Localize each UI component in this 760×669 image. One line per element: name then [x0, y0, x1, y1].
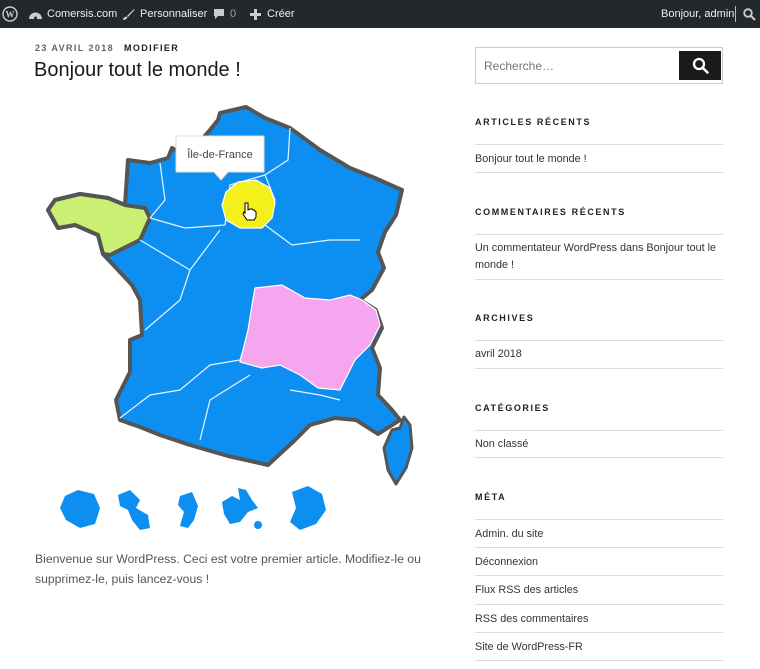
map-territory-islet[interactable] — [254, 521, 262, 529]
divider — [475, 340, 723, 341]
post-date[interactable]: 23 AVRIL 2018 — [35, 43, 114, 53]
divider — [475, 604, 723, 605]
map-tooltip-label: Île-de-France — [186, 148, 252, 161]
comment-bubble-icon — [214, 9, 224, 19]
map-territory-guadeloupe[interactable] — [60, 490, 100, 528]
greeting: Bonjour, admin — [661, 8, 735, 20]
edit-link[interactable]: MODIFIER — [124, 43, 179, 53]
comments-link[interactable]: 0 — [213, 0, 236, 28]
divider — [475, 234, 723, 235]
search-form — [475, 47, 723, 84]
recent-posts-title: ARTICLES RÉCENTS — [475, 117, 592, 127]
dashboard-icon — [29, 12, 42, 19]
divider — [475, 430, 723, 431]
admin-bar: W Comersis.com Personnaliser 0 Créer Bon… — [0, 0, 760, 28]
map-territory-mayotte[interactable] — [222, 488, 258, 524]
archive-link[interactable]: avril 2018 — [475, 346, 723, 363]
divider — [475, 519, 723, 520]
map-territory-martinique[interactable] — [118, 490, 150, 530]
divider — [475, 172, 723, 173]
categories-title: CATÉGORIES — [475, 403, 550, 413]
meta-link-wordpress-fr[interactable]: Site de WordPress-FR — [475, 639, 723, 656]
brush-icon — [123, 8, 135, 20]
search-input[interactable] — [476, 48, 676, 83]
site-name: Comersis.com — [47, 8, 118, 20]
recent-comments-title: COMMENTAIRES RÉCENTS — [475, 207, 626, 217]
wordpress-logo-icon[interactable]: W — [2, 0, 18, 28]
admin-search-icon[interactable] — [743, 0, 756, 28]
meta-title: MÉTA — [475, 492, 507, 502]
divider — [475, 279, 723, 280]
search-button[interactable] — [679, 51, 721, 80]
post-content: Bienvenue sur WordPress. Ceci est votre … — [35, 552, 421, 586]
map-territory-reunion[interactable] — [290, 486, 326, 530]
divider — [475, 144, 723, 145]
divider — [475, 660, 723, 661]
comments-count: 0 — [230, 8, 237, 20]
divider — [475, 368, 723, 369]
admin-bar-separator — [735, 6, 736, 22]
search-icon — [692, 57, 709, 74]
map-territory-guyane[interactable] — [178, 492, 198, 528]
plus-icon — [250, 8, 261, 20]
divider — [475, 547, 723, 548]
recent-post-link[interactable]: Bonjour tout le monde ! — [475, 151, 723, 168]
france-regions-map[interactable]: Île-de-France — [40, 100, 430, 540]
customize-link[interactable]: Personnaliser — [122, 0, 207, 28]
divider — [475, 632, 723, 633]
site-name-link[interactable]: Comersis.com — [28, 0, 117, 28]
new-content-link[interactable]: Créer — [250, 0, 295, 28]
post-title[interactable]: Bonjour tout le monde ! — [34, 59, 241, 82]
meta-link-logout[interactable]: Déconnexion — [475, 554, 723, 571]
new-label: Créer — [267, 8, 295, 20]
meta-link-rss-articles[interactable]: Flux RSS des articles — [475, 582, 723, 599]
divider — [475, 457, 723, 458]
recent-comment-link[interactable]: Un commentateur WordPress dans Bonjour t… — [475, 240, 723, 274]
category-link[interactable]: Non classé — [475, 436, 723, 453]
svg-text:W: W — [6, 10, 15, 20]
meta-link-rss-comments[interactable]: RSS des commentaires — [475, 611, 723, 628]
archives-title: ARCHIVES — [475, 313, 535, 323]
post-meta: 23 AVRIL 2018 MODIFIER — [35, 43, 179, 53]
my-account-link[interactable]: Bonjour, admin — [661, 0, 734, 28]
customize-label: Personnaliser — [140, 8, 208, 20]
divider — [475, 575, 723, 576]
meta-link-admin[interactable]: Admin. du site — [475, 526, 723, 543]
